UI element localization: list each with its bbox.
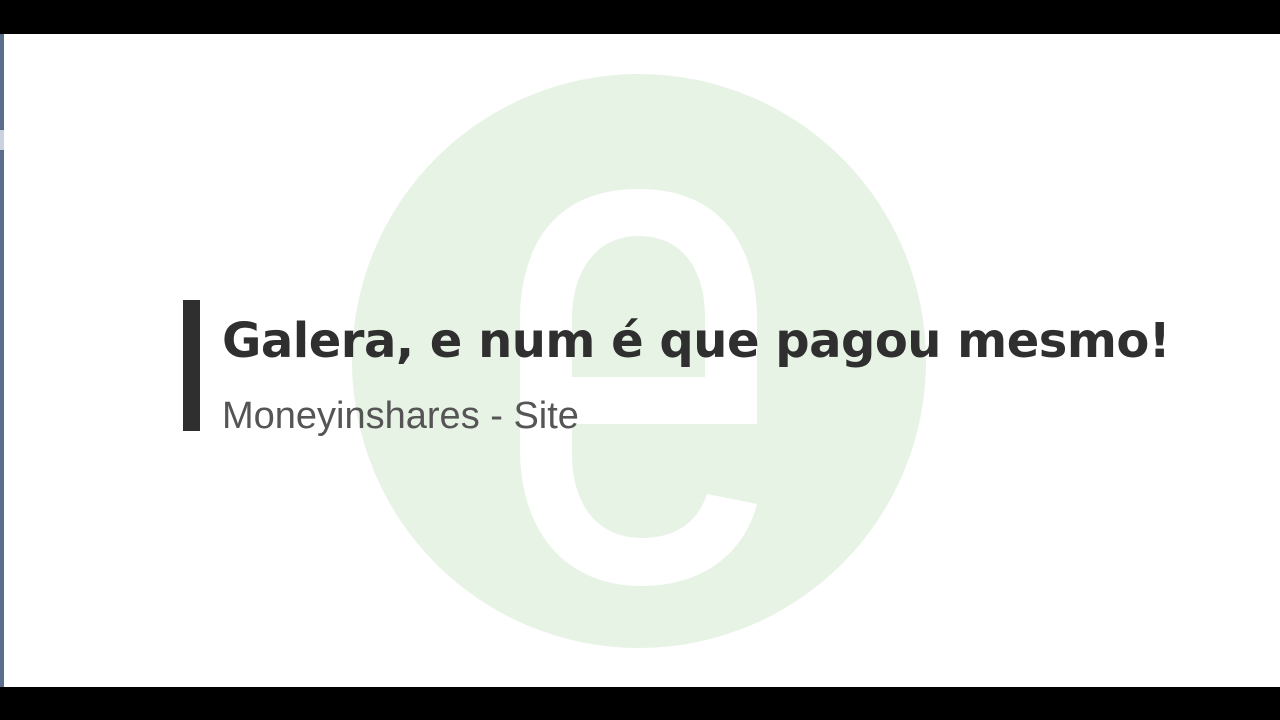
letterbox-top	[0, 0, 1280, 34]
headline-accent-bar	[183, 300, 200, 431]
letterbox-bottom	[0, 687, 1280, 720]
left-window-edge-highlight	[0, 130, 4, 150]
slide-subtitle: Moneyinshares - Site	[222, 395, 579, 437]
slide-screen: Galera, e num é que pagou mesmo! Moneyin…	[0, 34, 1280, 687]
video-frame: Galera, e num é que pagou mesmo! Moneyin…	[0, 0, 1280, 720]
slide-headline: Galera, e num é que pagou mesmo!	[222, 313, 1171, 369]
